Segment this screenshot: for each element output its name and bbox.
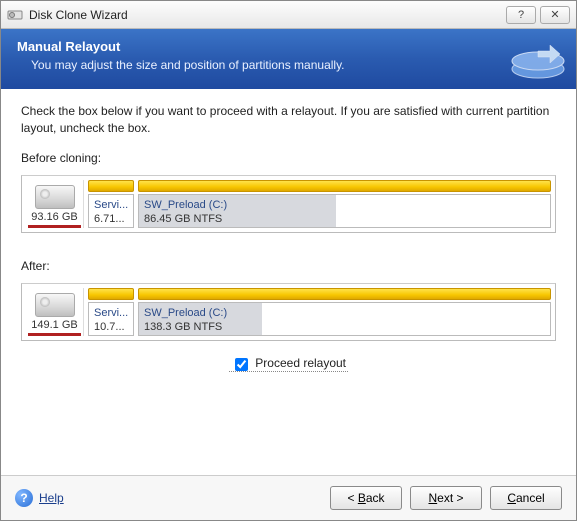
disk-layout-before: 93.16 GB Servi... 6.71... SW_Preload ( bbox=[21, 175, 556, 233]
partition-after-2[interactable]: SW_Preload (C:) 138.3 GB NTFS bbox=[138, 288, 551, 336]
window-title: Disk Clone Wizard bbox=[29, 8, 506, 22]
partition-name: Servi... bbox=[94, 306, 128, 320]
help-link[interactable]: ? Help bbox=[15, 489, 64, 507]
instruction-text: Check the box below if you want to proce… bbox=[21, 103, 556, 137]
wizard-banner: Manual Relayout You may adjust the size … bbox=[1, 29, 576, 89]
cancel-button[interactable]: Cancel bbox=[490, 486, 562, 510]
proceed-row: Proceed relayout bbox=[21, 355, 556, 374]
partition-bar bbox=[138, 288, 551, 300]
disk-size-after: 149.1 GB bbox=[31, 319, 77, 331]
partition-before-2[interactable]: SW_Preload (C:) 86.45 GB NTFS bbox=[138, 180, 551, 228]
partition-before-1[interactable]: Servi... 6.71... bbox=[88, 180, 134, 228]
after-label: After: bbox=[21, 259, 556, 273]
partition-name: SW_Preload (C:) bbox=[144, 198, 545, 212]
partition-bar bbox=[88, 180, 134, 192]
help-window-button[interactable]: ? bbox=[506, 6, 536, 24]
partition-size: 10.7... bbox=[94, 320, 128, 334]
close-window-button[interactable]: ✕ bbox=[540, 6, 570, 24]
disk-underline bbox=[28, 225, 81, 228]
partition-name: SW_Preload (C:) bbox=[144, 306, 545, 320]
disk-size-before: 93.16 GB bbox=[31, 211, 77, 223]
partition-size: 6.71... bbox=[94, 212, 128, 226]
wizard-window: Disk Clone Wizard ? ✕ Manual Relayout Yo… bbox=[0, 0, 577, 521]
proceed-text: Proceed relayout bbox=[255, 356, 346, 370]
disk-layout-after: 149.1 GB Servi... 10.7... SW_Preload ( bbox=[21, 283, 556, 341]
partition-after-1[interactable]: Servi... 10.7... bbox=[88, 288, 134, 336]
window-buttons: ? ✕ bbox=[506, 6, 570, 24]
partition-bar bbox=[88, 288, 134, 300]
disk-cell[interactable]: 93.16 GB bbox=[26, 180, 84, 228]
content-area: Check the box below if you want to proce… bbox=[1, 89, 576, 475]
partition-size: 138.3 GB NTFS bbox=[144, 320, 545, 334]
titlebar: Disk Clone Wizard ? ✕ bbox=[1, 1, 576, 29]
help-text: Help bbox=[39, 491, 64, 505]
banner-heading: Manual Relayout bbox=[17, 39, 560, 54]
banner-subtext: You may adjust the size and position of … bbox=[17, 58, 560, 72]
hdd-icon bbox=[35, 293, 75, 317]
proceed-checkbox[interactable] bbox=[235, 358, 248, 371]
footer: ? Help < Back Next > Cancel bbox=[1, 475, 576, 520]
banner-decor-icon bbox=[506, 35, 570, 85]
partition-bar bbox=[138, 180, 551, 192]
hdd-icon bbox=[35, 185, 75, 209]
next-button[interactable]: Next > bbox=[410, 486, 482, 510]
proceed-checkbox-label[interactable]: Proceed relayout bbox=[229, 355, 348, 372]
back-button[interactable]: < Back bbox=[330, 486, 402, 510]
disk-underline bbox=[28, 333, 81, 336]
partition-name: Servi... bbox=[94, 198, 128, 212]
partition-size: 86.45 GB NTFS bbox=[144, 212, 545, 226]
disk-cell[interactable]: 149.1 GB bbox=[26, 288, 84, 336]
help-icon: ? bbox=[15, 489, 33, 507]
app-icon bbox=[7, 7, 23, 23]
before-label: Before cloning: bbox=[21, 151, 556, 165]
